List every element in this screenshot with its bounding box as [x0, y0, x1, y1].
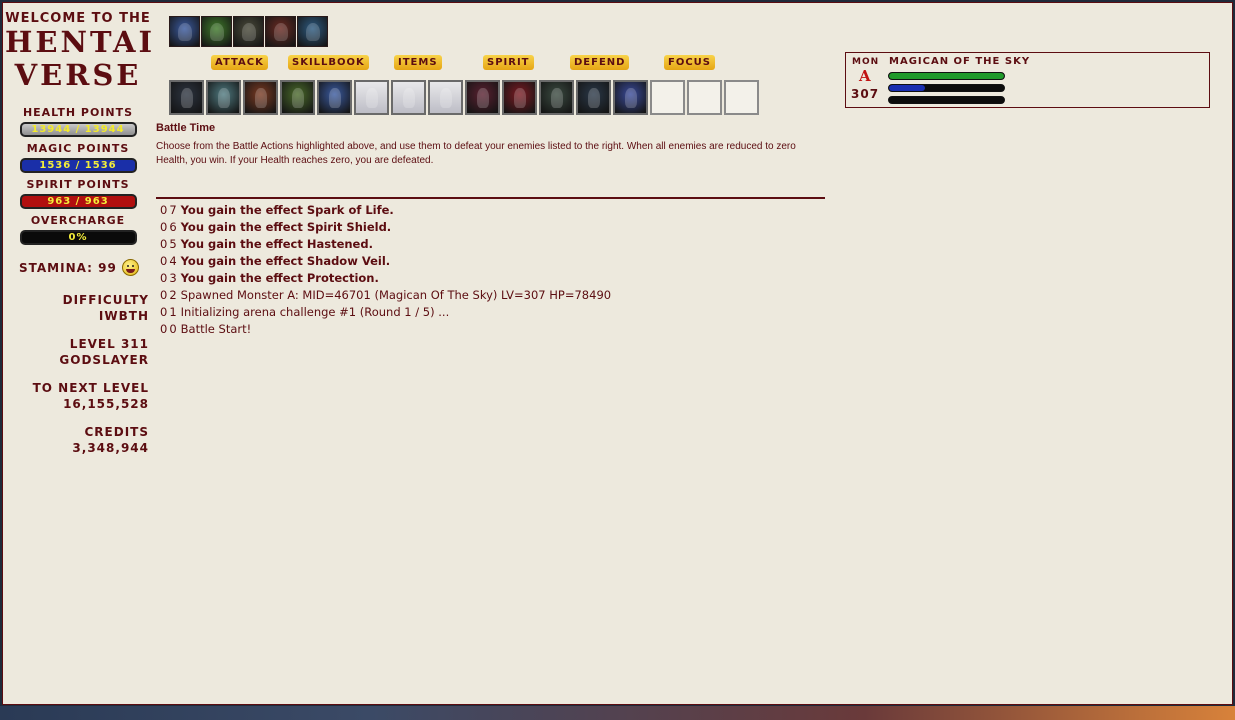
battle-description: Choose from the Battle Actions highlight… [156, 141, 796, 166]
log-number: 05 [160, 237, 179, 251]
ghost-figure-icon[interactable] [428, 80, 463, 115]
ice-spirit-icon[interactable] [206, 80, 241, 115]
shadow-knight-icon[interactable] [169, 80, 204, 115]
magic-label: MAGIC POINTS [26, 142, 130, 155]
logo-line-1: HENTAI [5, 25, 156, 59]
credits-label: CREDITS [84, 425, 149, 439]
log-text: You gain the effect Protection. [180, 271, 379, 285]
log-number: 06 [160, 220, 179, 234]
monster-name: MAGICAN OF THE SKY [889, 56, 1031, 67]
taskbar [0, 706, 1235, 720]
monster-magic-fill [889, 85, 925, 91]
log-number: 07 [160, 203, 179, 217]
red-fighter-icon[interactable] [265, 16, 296, 47]
logo-line-2: VERSE [14, 58, 142, 92]
overcharge-label: OVERCHARGE [30, 214, 126, 227]
game-frame: WELCOME TO THE HENTAI VERSE HEALTH POINT… [2, 2, 1233, 705]
credits: CREDITS 3,348,944 [5, 424, 151, 456]
monster-level: 307 [851, 87, 880, 101]
action-bar [169, 80, 759, 115]
lightning-burst-icon[interactable] [613, 80, 648, 115]
log-text: Spawned Monster A: MID=46701 (Magican Of… [180, 288, 612, 302]
spirit-label: SPIRIT POINTS [26, 178, 130, 191]
log-line: 07 You gain the effect Spark of Life. [160, 202, 611, 219]
difficulty-value: IWBTH [98, 309, 149, 323]
log-text: You gain the effect Hastened. [180, 237, 373, 251]
log-number: 03 [160, 271, 179, 285]
quickbar [169, 16, 328, 47]
battle-info: Battle Time Choose from the Battle Actio… [156, 122, 826, 168]
tab-focus[interactable]: FOCUS [664, 55, 715, 70]
ghost-figure-icon[interactable] [391, 80, 426, 115]
log-text: You gain the effect Spark of Life. [180, 203, 394, 217]
tab-defend[interactable]: DEFEND [570, 55, 630, 70]
level-label: LEVEL 311 [69, 337, 149, 351]
overcharge-bar: 0% [19, 230, 137, 245]
tab-skillbook[interactable]: SKILLBOOK [288, 55, 369, 70]
stamina: STAMINA: 99 [19, 259, 151, 276]
log-number: 01 [160, 305, 179, 319]
lightning-mage-icon[interactable] [317, 80, 352, 115]
battle-tabs: ATTACK SKILLBOOK ITEMS SPIRIT DEFEND FOC… [153, 55, 753, 73]
forest-druid-icon[interactable] [280, 80, 315, 115]
log-text: Initializing arena challenge #1 (Round 1… [180, 305, 450, 319]
log-line: 00 Battle Start! [160, 321, 611, 338]
empty-slot[interactable] [650, 80, 685, 115]
happy-face-icon [121, 259, 139, 276]
log-line: 01 Initializing arena challenge #1 (Round… [160, 304, 611, 321]
log-line: 04 You gain the effect Shadow Veil. [160, 253, 611, 270]
next-level-label: TO NEXT LEVEL [32, 381, 149, 395]
monster-health-fill [889, 73, 1004, 79]
flame-warrior-icon[interactable] [243, 80, 278, 115]
crimson-beast-icon[interactable] [502, 80, 537, 115]
blue-mage-icon[interactable] [297, 16, 328, 47]
monster-tag: MON [852, 57, 880, 67]
log-number: 04 [160, 254, 179, 268]
log-line: 06 You gain the effect Spirit Shield. [160, 219, 611, 236]
difficulty-label: DIFFICULTY [62, 293, 149, 307]
eye-orb-icon[interactable] [465, 80, 500, 115]
monster-letter: A [859, 67, 871, 85]
dark-sorceress-icon[interactable] [576, 80, 611, 115]
next-level-value: 16,155,528 [63, 397, 149, 411]
welcome-text: WELCOME TO THE [5, 11, 151, 26]
ghost-figure-icon[interactable] [354, 80, 389, 115]
battle-title: Battle Time [156, 122, 216, 134]
credits-value: 3,348,944 [72, 441, 149, 455]
tab-items[interactable]: ITEMS [394, 55, 442, 70]
level: LEVEL 311 GODSLAYER [5, 336, 151, 368]
log-line: 03 You gain the effect Protection. [160, 270, 611, 287]
tab-spirit[interactable]: SPIRIT [483, 55, 534, 70]
log-number: 00 [160, 322, 179, 336]
spirit-bar: 963 / 963 [19, 194, 137, 209]
health-label: HEALTH POINTS [22, 106, 134, 119]
empty-slot[interactable] [724, 80, 759, 115]
monster-health-bar [888, 72, 1005, 80]
lightning-burst-icon[interactable] [169, 16, 200, 47]
health-bar: 13944 / 13944 [19, 122, 137, 137]
battle-log: 07 You gain the effect Spark of Life. 06 Yo… [160, 202, 611, 338]
dark-warrior-icon[interactable] [233, 16, 264, 47]
divider [156, 197, 825, 199]
empty-slot[interactable] [687, 80, 722, 115]
stamina-text: STAMINA: 99 [19, 260, 117, 275]
level-title: GODSLAYER [59, 353, 149, 367]
status-panel: WELCOME TO THE HENTAI VERSE HEALTH POINT… [5, 11, 156, 456]
log-text: You gain the effect Shadow Veil. [180, 254, 391, 268]
difficulty: DIFFICULTY IWBTH [5, 292, 151, 324]
hooded-rogue-icon[interactable] [539, 80, 574, 115]
log-line: 05 You gain the effect Hastened. [160, 236, 611, 253]
next-level: TO NEXT LEVEL 16,155,528 [5, 380, 151, 412]
monster-panel[interactable]: MON A 307 MAGICAN OF THE SKY [845, 52, 1210, 108]
log-line: 02 Spawned Monster A: MID=46701 (Magican … [160, 287, 611, 304]
log-text: Battle Start! [180, 322, 252, 336]
magic-bar: 1536 / 1536 [19, 158, 137, 173]
green-leaf-icon[interactable] [201, 16, 232, 47]
log-text: You gain the effect Spirit Shield. [180, 220, 392, 234]
monster-magic-bar [888, 84, 1005, 92]
log-number: 02 [160, 288, 179, 302]
tab-attack[interactable]: ATTACK [211, 55, 268, 70]
monster-spirit-bar [888, 96, 1005, 104]
